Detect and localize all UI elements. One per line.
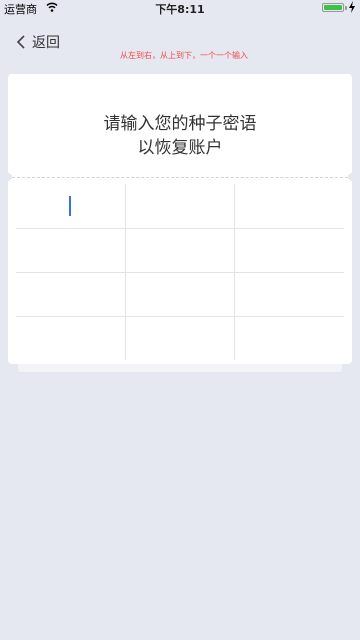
- seed-word-cell[interactable]: [234, 184, 343, 228]
- battery-icon: [322, 3, 344, 12]
- seed-phrase-card: 请输入您的种子密语 以恢复账户: [4, 74, 356, 364]
- seed-word-cell[interactable]: [16, 316, 125, 360]
- seed-word-input-8[interactable]: [125, 272, 234, 316]
- seed-word-input-5[interactable]: [125, 228, 234, 272]
- ticket-notch-left: [4, 173, 12, 181]
- seed-word-cell[interactable]: [125, 228, 234, 272]
- seed-word-input-6[interactable]: [234, 228, 343, 272]
- seed-word-cell[interactable]: [16, 228, 125, 272]
- ticket-notch-right: [348, 173, 356, 181]
- grid-line: [16, 272, 344, 273]
- seed-word-cell[interactable]: [234, 228, 343, 272]
- back-button[interactable]: 返回: [14, 32, 60, 52]
- card-title: 请输入您的种子密语 以恢复账户: [8, 112, 352, 160]
- seed-word-cell[interactable]: [125, 272, 234, 316]
- battery-tip: [345, 6, 347, 10]
- seed-word-input-9[interactable]: [234, 272, 343, 316]
- seed-word-grid: [16, 184, 344, 360]
- seed-word-input-7[interactable]: [16, 272, 125, 316]
- grid-line: [16, 316, 344, 317]
- seed-word-cell[interactable]: [234, 272, 343, 316]
- seed-word-cell[interactable]: [125, 184, 234, 228]
- text-caret: [69, 196, 71, 216]
- card-title-line2: 以恢复账户: [137, 138, 223, 158]
- status-bar: 运营商 下午8:11: [0, 0, 360, 16]
- seed-word-input-2[interactable]: [125, 184, 234, 228]
- card-shadow: [18, 364, 342, 372]
- seed-word-input-11[interactable]: [125, 316, 234, 360]
- input-order-hint: 从左到右，从上到下，一个一个输入: [120, 51, 248, 60]
- clock: 下午8:11: [155, 3, 205, 16]
- seed-word-cell[interactable]: [16, 272, 125, 316]
- dashed-divider: [12, 177, 348, 178]
- chevron-left-icon: [16, 35, 25, 49]
- seed-word-cell[interactable]: [234, 316, 343, 360]
- grid-line: [16, 228, 344, 229]
- card-title-line1: 请输入您的种子密语: [103, 114, 257, 134]
- seed-word-input-10[interactable]: [16, 316, 125, 360]
- seed-word-cell[interactable]: [125, 316, 234, 360]
- back-label: 返回: [32, 35, 60, 51]
- seed-word-input-3[interactable]: [234, 184, 343, 228]
- seed-word-input-12[interactable]: [234, 316, 343, 360]
- charging-bolt-icon: [349, 1, 355, 13]
- seed-word-input-4[interactable]: [16, 228, 125, 272]
